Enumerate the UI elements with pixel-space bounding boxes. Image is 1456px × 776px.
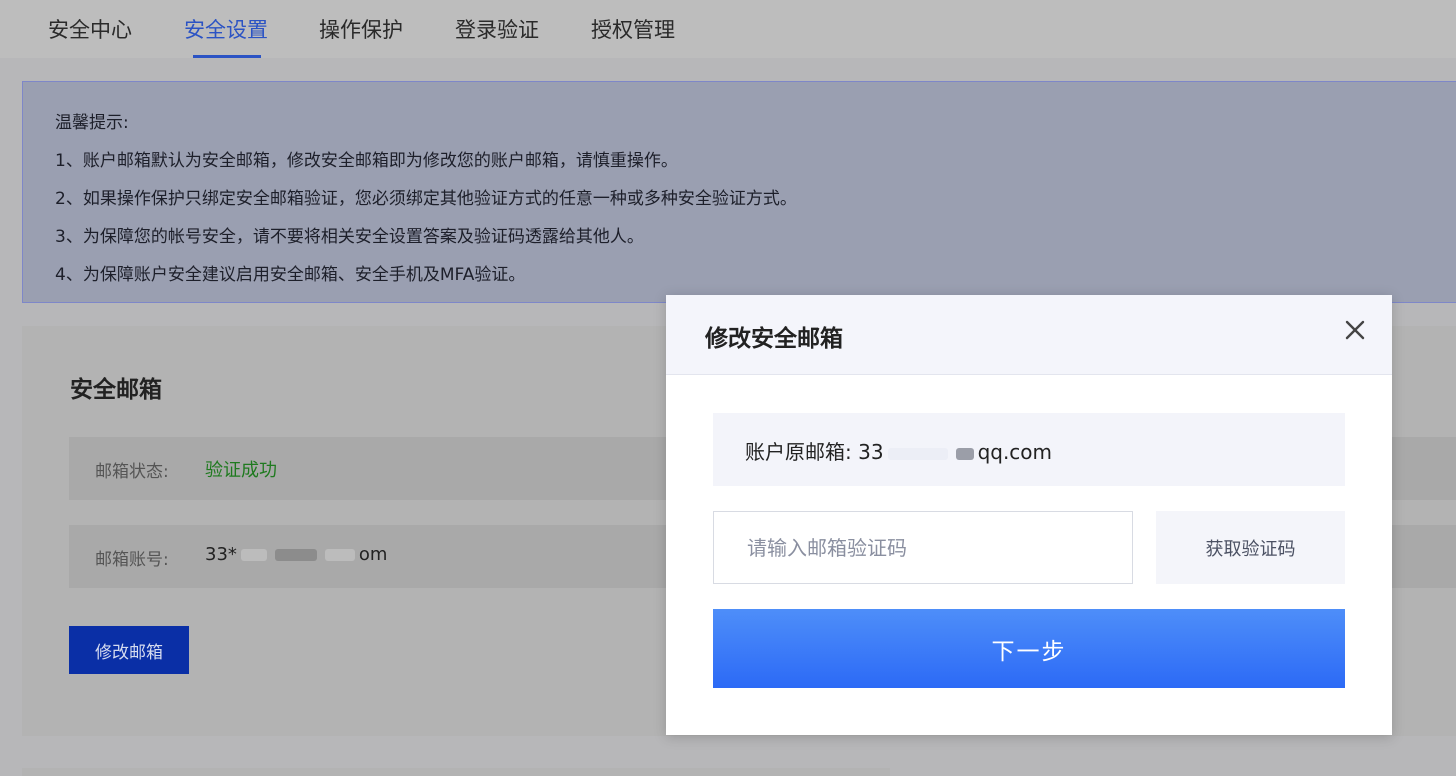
tab-security-settings[interactable]: 安全设置	[184, 14, 268, 44]
email-account-value: 33* om	[205, 544, 387, 565]
active-tab-indicator	[193, 55, 261, 58]
email-account-suffix: om	[358, 544, 388, 565]
change-email-modal: 修改安全邮箱 账户原邮箱: 33 qq.com 获取验证码 下一步	[666, 295, 1392, 735]
email-account-prefix: 33*	[205, 544, 237, 565]
notice-title: 温馨提示:	[55, 113, 129, 133]
tips-notice: 温馨提示: 1、账户邮箱默认为安全邮箱，修改安全邮箱即为修改您的账户邮箱，请慎重…	[22, 81, 1456, 303]
original-email-label: 账户原邮箱:	[745, 440, 852, 464]
modal-header: 修改安全邮箱	[666, 295, 1392, 375]
original-email-box: 账户原邮箱: 33 qq.com	[713, 413, 1345, 486]
tab-operation-protection[interactable]: 操作保护	[319, 14, 403, 44]
tab-login-verification[interactable]: 登录验证	[455, 14, 539, 44]
email-status-value: 验证成功	[205, 460, 277, 481]
tab-security-center[interactable]: 安全中心	[48, 14, 132, 44]
notice-line: 1、账户邮箱默认为安全邮箱，修改安全邮箱即为修改您的账户邮箱，请慎重操作。	[55, 151, 678, 171]
masked-text	[274, 549, 317, 561]
email-status-label: 邮箱状态:	[95, 462, 169, 482]
masked-text	[955, 447, 974, 460]
get-code-button[interactable]: 获取验证码	[1156, 511, 1345, 584]
top-nav: 安全中心 安全设置 操作保护 登录验证 授权管理	[0, 0, 1456, 58]
tab-authorization-management[interactable]: 授权管理	[591, 14, 675, 44]
close-icon[interactable]	[1340, 315, 1370, 345]
notice-line: 4、为保障账户安全建议启用安全邮箱、安全手机及MFA验证。	[55, 265, 526, 285]
original-email-suffix: qq.com	[977, 440, 1053, 464]
next-step-button[interactable]: 下一步	[713, 609, 1345, 688]
notice-line: 3、为保障您的帐号安全，请不要将相关安全设置答案及验证码透露给其他人。	[55, 227, 644, 247]
original-email-text: 账户原邮箱: 33 qq.com	[745, 436, 1052, 465]
edit-email-button[interactable]: 修改邮箱	[69, 626, 189, 674]
masked-text	[887, 447, 948, 460]
email-code-input[interactable]	[713, 511, 1133, 584]
masked-text	[240, 549, 267, 561]
original-email-prefix: 33	[858, 440, 884, 464]
masked-text	[324, 549, 355, 561]
email-account-label: 邮箱账号:	[95, 550, 169, 570]
modal-title: 修改安全邮箱	[705, 326, 843, 352]
card-title: 安全邮箱	[70, 377, 162, 403]
notice-line: 2、如果操作保护只绑定安全邮箱验证，您必须绑定其他验证方式的任意一种或多种安全验…	[55, 189, 797, 209]
next-card-edge	[22, 768, 890, 776]
